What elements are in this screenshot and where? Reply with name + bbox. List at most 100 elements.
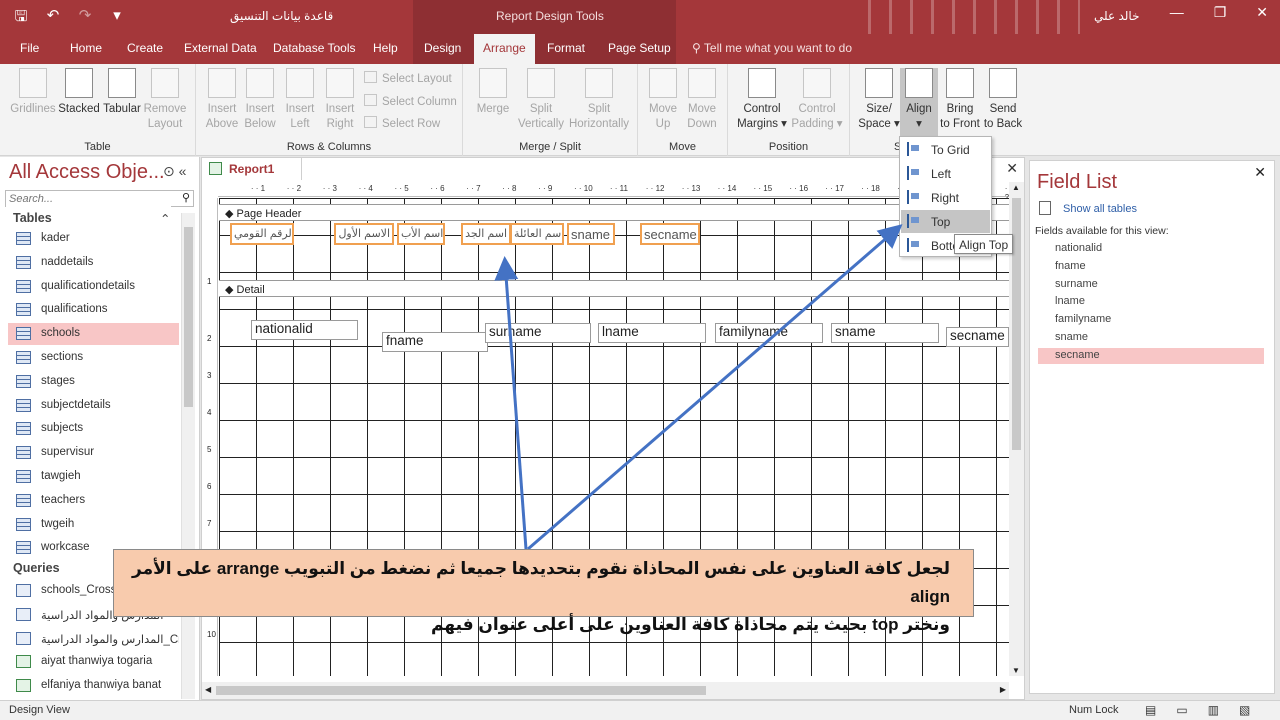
view-mode-icon[interactable]: ▧ (1239, 703, 1250, 717)
search-icon[interactable]: ⚲ (182, 191, 190, 204)
detail-bar[interactable]: ◆ Detail (219, 280, 1010, 297)
detail-textbox[interactable]: familyname (715, 323, 823, 343)
undo-icon[interactable]: ↶ (42, 6, 64, 31)
stacked-button[interactable]: Stacked (58, 68, 100, 117)
tab-design[interactable]: Design (424, 41, 461, 55)
page-header-bar[interactable]: ◆ Page Header (219, 204, 1010, 221)
tab-create[interactable]: Create (127, 41, 163, 55)
align-menu-item[interactable]: Right (901, 186, 990, 209)
nav-item-table[interactable]: teachers (8, 490, 179, 512)
tab-help[interactable]: Help (373, 41, 398, 55)
insert-above-button[interactable]: Insert Above (204, 68, 240, 132)
header-label[interactable]: اسم العائلة (510, 223, 564, 245)
split-vertically-button[interactable]: Split Vertically (515, 68, 567, 132)
header-label[interactable]: اسم الأب (397, 223, 445, 245)
nav-collapse-icon[interactable]: « (179, 163, 187, 179)
nav-item-table[interactable]: schools (8, 323, 179, 346)
nav-item-table[interactable]: qualificationdetails (8, 276, 179, 298)
nav-section-tables[interactable]: Tables ⌃ (13, 211, 170, 226)
align-button[interactable]: Align ▾ (900, 68, 938, 136)
header-label[interactable]: sname (567, 223, 615, 245)
detail-textbox[interactable]: fname (382, 332, 488, 352)
detail-textbox[interactable]: surname (485, 323, 591, 343)
nav-item-table[interactable]: tawgieh (8, 466, 179, 488)
save-icon[interactable]: 🖫 (10, 6, 32, 31)
show-all-tables-link[interactable]: Show all tables (1063, 203, 1137, 215)
insert-below-button[interactable]: Insert Below (242, 68, 278, 132)
nav-item-report[interactable]: elfaniya thanwiya banat (8, 675, 179, 697)
field-list-item[interactable]: sname (1038, 330, 1264, 346)
tabular-button[interactable]: Tabular (101, 68, 143, 117)
nav-item-table[interactable]: twgeih (8, 514, 179, 536)
nav-item-table[interactable]: subjectdetails (8, 395, 179, 417)
field-list-item[interactable]: familyname (1038, 312, 1264, 328)
nav-item-table[interactable]: qualifications (8, 299, 179, 321)
field-list-item[interactable]: nationalid (1038, 241, 1264, 257)
tab-format[interactable]: Format (547, 41, 585, 55)
insert-right-button[interactable]: Insert Right (322, 68, 358, 132)
view-mode-icon[interactable]: ▭ (1176, 703, 1187, 717)
move-down-button[interactable]: Move Down (685, 68, 719, 132)
scroll-right-icon[interactable]: ▶ (1000, 685, 1006, 694)
header-label[interactable]: الاسم الأول (334, 223, 394, 245)
field-list-item[interactable]: fname (1038, 259, 1264, 275)
document-tab-report1[interactable]: Report1 (202, 158, 302, 180)
minimize-icon[interactable]: — (1170, 4, 1184, 21)
collapse-chevron-icon[interactable]: ⌃ (160, 211, 170, 226)
size-space-button[interactable]: Size/Space ▾ (858, 68, 900, 132)
bring-to-front-button[interactable]: Bring to Front (940, 68, 980, 132)
remove-layout-button[interactable]: Remove Layout (143, 68, 187, 132)
header-label[interactable]: secname (640, 223, 700, 245)
design-vscroll-thumb[interactable] (1012, 198, 1021, 450)
tab-file[interactable]: File (20, 41, 39, 55)
redo-icon[interactable]: ↷ (74, 6, 96, 31)
merge-button[interactable]: Merge (473, 68, 513, 117)
tab-external-data[interactable]: External Data (184, 41, 257, 55)
insert-left-button[interactable]: Insert Left (282, 68, 318, 132)
nav-menu-icon[interactable]: ⊙ (163, 163, 175, 179)
select-layout-button[interactable]: Select Layout (364, 71, 452, 85)
nav-title[interactable]: All Access Obje... (9, 161, 165, 184)
design-hscroll-thumb[interactable] (216, 686, 706, 695)
design-vertical-scrollbar[interactable]: ▲ ▼ (1009, 182, 1024, 676)
nav-search-input[interactable] (6, 191, 171, 207)
tell-me-box[interactable]: ⚲ Tell me what you want to do (692, 41, 852, 55)
send-to-back-button[interactable]: Send to Back (982, 68, 1024, 132)
nav-item-table[interactable]: supervisur (8, 442, 179, 464)
tab-database-tools[interactable]: Database Tools (273, 41, 356, 55)
align-menu-item[interactable]: Top (901, 210, 990, 233)
move-up-button[interactable]: Move Up (646, 68, 680, 132)
tab-page-setup[interactable]: Page Setup (608, 41, 671, 55)
design-horizontal-scrollbar[interactable]: ◀ ▶ (202, 682, 1009, 699)
customize-qat-icon[interactable]: ▾ (106, 6, 128, 31)
field-list-item[interactable]: lname (1038, 294, 1264, 310)
view-mode-icon[interactable]: ▥ (1208, 703, 1219, 717)
nav-item-table[interactable]: stages (8, 371, 179, 393)
close-document-icon[interactable]: ✕ (1006, 160, 1018, 177)
nav-item-table[interactable]: naddetails (8, 252, 179, 274)
align-menu-item[interactable]: To Grid (901, 138, 990, 161)
nav-item-report[interactable]: aiyat thanwiya togaria (8, 651, 179, 673)
close-icon[interactable]: ✕ (1256, 4, 1268, 21)
select-column-button[interactable]: Select Column (364, 94, 457, 108)
detail-textbox[interactable]: sname (831, 323, 939, 343)
nav-scroll-thumb[interactable] (184, 227, 193, 407)
nav-item-table[interactable]: subjects (8, 418, 179, 440)
scroll-up-icon[interactable]: ▲ (1012, 183, 1020, 192)
scroll-left-icon[interactable]: ◀ (205, 685, 211, 694)
tab-home[interactable]: Home (70, 41, 102, 55)
user-name[interactable]: خالد علي (1094, 9, 1140, 23)
detail-textbox[interactable]: lname (598, 323, 706, 343)
close-field-list-icon[interactable]: ✕ (1254, 164, 1266, 181)
select-row-button[interactable]: Select Row (364, 116, 440, 130)
control-margins-button[interactable]: Control Margins ▾ (736, 68, 788, 132)
control-padding-button[interactable]: Control Padding ▾ (790, 68, 844, 132)
restore-icon[interactable]: ❐ (1214, 4, 1227, 21)
field-list-item[interactable]: secname (1038, 347, 1264, 364)
scroll-down-icon[interactable]: ▼ (1012, 666, 1020, 675)
split-horizontally-button[interactable]: Split Horizontally (567, 68, 631, 132)
detail-textbox[interactable]: secname (946, 327, 1009, 347)
header-label[interactable]: الرقم القومي (230, 223, 294, 245)
field-list-item[interactable]: surname (1038, 277, 1264, 293)
gridlines-button[interactable]: Gridlines (9, 68, 57, 117)
